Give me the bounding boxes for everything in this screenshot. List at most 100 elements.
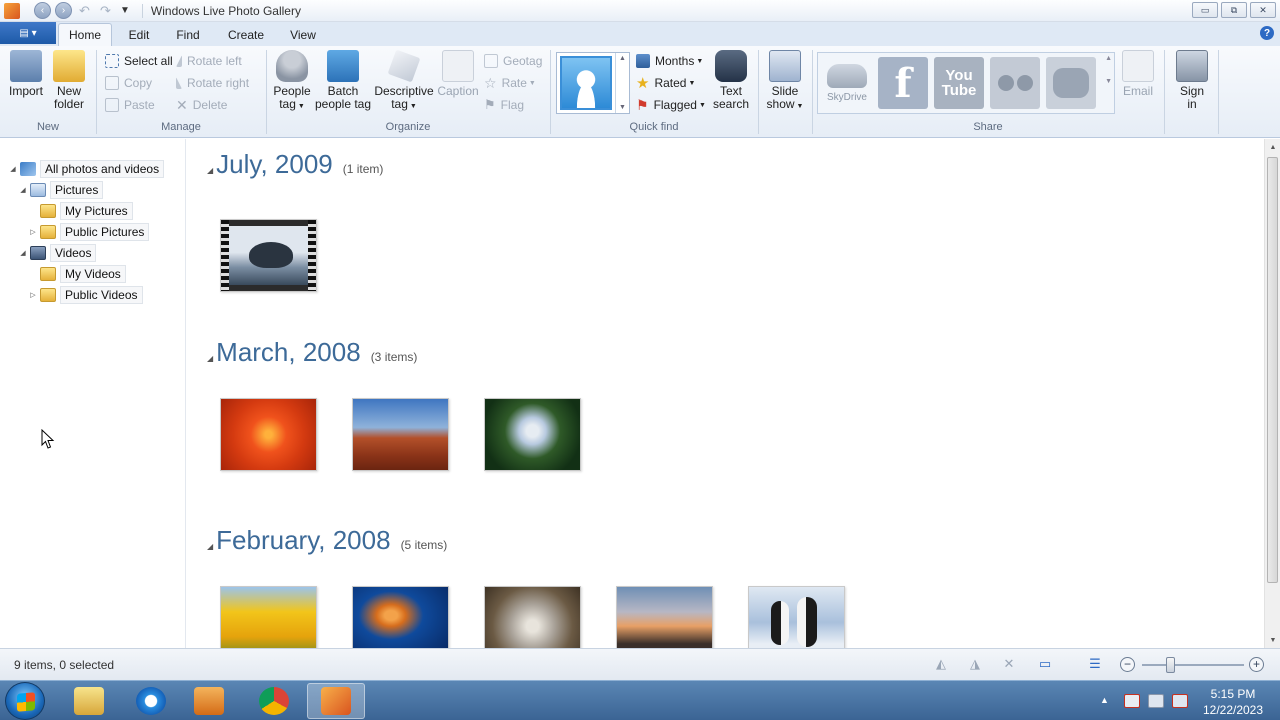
geotag-button[interactable]: Geotag [484, 52, 542, 70]
zoom-in-button[interactable]: + [1249, 657, 1264, 672]
rotate-left-icon[interactable]: ◭ [932, 656, 950, 672]
tree-item-my-pictures[interactable]: My Pictures [28, 201, 133, 221]
photo-thumbnail-jellyfish[interactable] [352, 586, 449, 648]
date-group-header[interactable]: ◢ July, 2009 (1 item) [207, 149, 383, 180]
tab-view[interactable]: View [282, 23, 324, 46]
expanded-arrow-icon[interactable]: ◢ [18, 186, 28, 194]
import-button[interactable]: Import [6, 50, 46, 98]
action-center-flag-icon[interactable] [1124, 694, 1140, 708]
customize-toolbar-dropdown-icon[interactable]: ▼ [120, 5, 130, 16]
collapsed-arrow-icon[interactable]: ▷ [28, 228, 38, 236]
person-silhouette-icon[interactable] [560, 56, 612, 110]
scroll-up-arrow-icon[interactable]: ▲ [1265, 139, 1280, 155]
slide-show-button[interactable]: Slide show ▼ [764, 50, 806, 113]
rated-button[interactable]: ★ Rated ▼ [636, 74, 695, 92]
delete-button[interactable]: ✕ Delete [176, 96, 227, 114]
redo-icon[interactable]: ↷ [97, 2, 114, 19]
tree-item-pictures[interactable]: ◢ Pictures [18, 180, 104, 200]
zoom-out-button[interactable]: − [1120, 657, 1135, 672]
descriptive-tag-button[interactable]: Descriptive tag ▼ [374, 49, 434, 113]
people-tag-button[interactable]: People tag ▼ [272, 50, 312, 113]
text-search-button[interactable]: Text search [712, 50, 750, 111]
skydrive-tile[interactable]: SkyDrive [822, 57, 872, 109]
taskbar-chrome[interactable] [245, 683, 303, 719]
tree-item-my-videos[interactable]: My Videos [28, 264, 126, 284]
flagged-button[interactable]: ⚑ Flagged ▼ [636, 96, 706, 114]
rotate-right-icon[interactable]: ◮ [966, 656, 984, 672]
flag-button[interactable]: ⚑ Flag [484, 96, 524, 114]
delete-icon[interactable]: ✕ [1000, 656, 1018, 672]
system-clock[interactable]: 5:15 PM 12/22/2023 [1196, 686, 1270, 718]
email-button[interactable]: Email [1118, 50, 1158, 98]
new-folder-button[interactable]: New folder [50, 50, 88, 111]
show-hidden-icons-icon[interactable]: ▲ [1100, 695, 1109, 705]
help-icon[interactable]: ? [1260, 26, 1274, 40]
photo-thumbnail-chrysanthemum[interactable] [220, 398, 317, 471]
scroll-up-icon[interactable]: ▲ [619, 55, 626, 62]
tree-item-public-pictures[interactable]: ▷ Public Pictures [28, 222, 150, 242]
months-button[interactable]: Months ▼ [636, 52, 703, 70]
details-view-icon[interactable]: ☰ [1086, 656, 1104, 672]
tab-find[interactable]: Find [166, 23, 210, 46]
photo-thumbnail-tulips[interactable] [220, 586, 317, 648]
windows-live-groups-icon[interactable] [1046, 57, 1096, 109]
scroll-down-icon[interactable]: ▼ [1105, 78, 1112, 85]
tab-create[interactable]: Create [220, 23, 272, 46]
rate-button[interactable]: ☆ Rate ▼ [484, 74, 536, 92]
facebook-icon[interactable]: f [878, 57, 928, 109]
app-menu-button[interactable]: ▤ ▾ [0, 22, 56, 44]
taskbar-explorer[interactable] [60, 683, 118, 719]
collapse-group-icon[interactable]: ◢ [207, 354, 213, 363]
scroll-down-arrow-icon[interactable]: ▼ [1265, 632, 1280, 648]
date-group-header[interactable]: ◢ March, 2008 (3 items) [207, 337, 417, 368]
tab-home[interactable]: Home [58, 23, 112, 46]
zoom-slider-handle[interactable] [1166, 657, 1175, 673]
photo-thumbnail-lighthouse[interactable] [616, 586, 713, 648]
photo-thumbnail-penguins[interactable] [748, 586, 845, 648]
zoom-slider-track[interactable] [1142, 664, 1244, 666]
video-thumbnail[interactable] [220, 219, 317, 292]
tree-item-public-videos[interactable]: ▷ Public Videos [28, 285, 143, 305]
photo-thumbnail-koala[interactable] [484, 586, 581, 648]
photo-thumbnail-hydrangeas[interactable] [484, 398, 581, 471]
people-filter-gallery[interactable]: ▲ ▼ [556, 52, 630, 114]
vertical-scrollbar[interactable]: ▲ ▼ [1264, 139, 1280, 648]
start-button[interactable] [5, 682, 45, 720]
batch-people-tag-button[interactable]: Batch people tag [314, 50, 372, 111]
tree-item-all-photos[interactable]: ◢ All photos and videos [8, 159, 165, 179]
date-group-header[interactable]: ◢ February, 2008 (5 items) [207, 525, 447, 556]
flickr-icon[interactable] [990, 57, 1040, 109]
collapse-group-icon[interactable]: ◢ [207, 166, 213, 175]
select-all-button[interactable]: Select all [105, 52, 173, 70]
restore-button[interactable]: ⧉ [1221, 2, 1247, 18]
paste-button[interactable]: Paste [105, 96, 155, 114]
rotate-right-button[interactable]: Rotate right [176, 74, 249, 92]
close-button[interactable]: ✕ [1250, 2, 1276, 18]
copy-button[interactable]: Copy [105, 74, 152, 92]
expanded-arrow-icon[interactable]: ◢ [8, 165, 18, 173]
tab-edit[interactable]: Edit [118, 23, 160, 46]
taskbar-media-center[interactable] [180, 683, 238, 719]
taskbar-internet-explorer[interactable] [122, 683, 180, 719]
photo-thumbnail-desert[interactable] [352, 398, 449, 471]
volume-muted-icon[interactable] [1172, 694, 1188, 708]
forward-icon[interactable]: › [55, 2, 72, 19]
photo-gallery-app-icon[interactable] [4, 2, 20, 19]
caption-button[interactable]: Caption [436, 50, 480, 98]
youtube-icon[interactable]: You Tube [934, 57, 984, 109]
sign-in-button[interactable]: Sign in [1172, 50, 1212, 111]
rotate-left-button[interactable]: Rotate left [176, 52, 242, 70]
undo-icon[interactable]: ↶ [76, 2, 93, 19]
minimize-button[interactable]: ▭ [1192, 2, 1218, 18]
scroll-up-icon[interactable]: ▲ [1105, 55, 1112, 62]
taskbar-photo-gallery[interactable] [307, 683, 365, 719]
collapse-group-icon[interactable]: ◢ [207, 542, 213, 551]
tree-item-videos[interactable]: ◢ Videos [18, 243, 97, 263]
network-icon[interactable] [1148, 694, 1164, 708]
scroll-down-icon[interactable]: ▼ [619, 104, 626, 111]
slide-show-icon[interactable]: ▭ [1036, 656, 1054, 672]
expanded-arrow-icon[interactable]: ◢ [18, 249, 28, 257]
back-icon[interactable]: ‹ [34, 2, 51, 19]
collapsed-arrow-icon[interactable]: ▷ [28, 291, 38, 299]
scrollbar-thumb[interactable] [1267, 157, 1278, 583]
